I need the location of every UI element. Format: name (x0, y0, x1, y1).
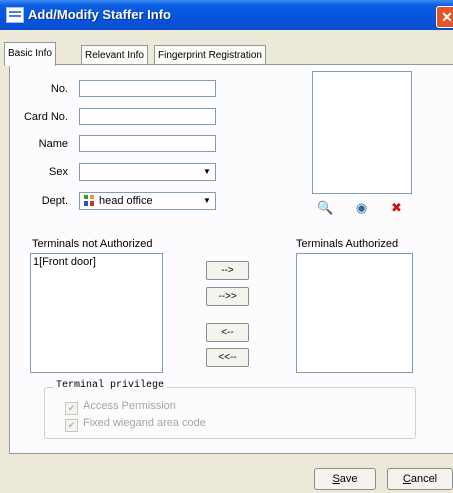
dept-tree-icon (83, 194, 95, 207)
tab-relevant-info[interactable]: Relevant Info (81, 45, 148, 65)
sex-select[interactable]: ▼ (79, 163, 216, 181)
terminals-not-authorized-label: Terminals not Authorized (32, 238, 153, 250)
card-no-label: Card No. (23, 111, 68, 123)
add-all-button[interactable]: -->> (206, 287, 249, 306)
title-bar[interactable]: Add/Modify Staffer Info ✕ (0, 0, 453, 30)
name-field[interactable] (79, 135, 216, 152)
tab-basic-info[interactable]: Basic Info (4, 42, 56, 66)
save-button[interactable]: Save (314, 468, 376, 490)
no-label: No. (50, 83, 68, 95)
delete-icon[interactable]: ✖ (387, 198, 406, 217)
card-no-field[interactable] (79, 108, 216, 125)
window-icon (6, 7, 24, 23)
add-one-button[interactable]: --> (206, 261, 249, 280)
close-icon[interactable]: ✕ (436, 6, 453, 28)
camera-icon[interactable]: ◉ (352, 198, 371, 217)
chevron-down-icon[interactable]: ▼ (200, 165, 214, 179)
cancel-mnemonic: C (402, 473, 411, 485)
fixed-wiegand-checkbox[interactable]: ✔ (65, 419, 78, 432)
cancel-button[interactable]: Cancel (387, 468, 453, 490)
no-field[interactable] (79, 80, 216, 97)
terminals-authorized-label: Terminals Authorized (296, 238, 399, 250)
dept-value: head office (99, 195, 153, 207)
cancel-label-rest: ancel (410, 473, 438, 485)
save-label-rest: ave (339, 473, 358, 485)
sex-label: Sex (49, 166, 68, 178)
access-permission-checkbox[interactable]: ✔ (65, 402, 78, 415)
dept-select[interactable]: head office ▼ (79, 192, 216, 210)
chevron-down-icon[interactable]: ▼ (200, 194, 214, 208)
name-label: Name (38, 138, 68, 150)
terminal-privilege-title: Terminal privilege (53, 380, 168, 391)
terminals-authorized-list[interactable] (296, 253, 413, 373)
list-item[interactable]: 1[Front door] (31, 254, 162, 270)
fixed-wiegand-label: Fixed wiegand area code (83, 417, 206, 429)
access-permission-label: Access Permission (83, 400, 176, 412)
save-mnemonic: S (332, 473, 340, 485)
remove-one-button[interactable]: <-- (206, 323, 249, 342)
photo-box (312, 71, 412, 194)
remove-all-button[interactable]: <<-- (206, 348, 249, 367)
search-icon[interactable]: 🔍 (316, 198, 335, 217)
tab-fingerprint-registration[interactable]: Fingerprint Registration (154, 45, 266, 65)
terminal-privilege-group (44, 387, 416, 439)
dialog-window: Add/Modify Staffer Info ✕ Basic Info Rel… (0, 0, 453, 493)
dept-label: Dept. (41, 195, 68, 207)
terminals-not-authorized-list[interactable]: 1[Front door] (30, 253, 163, 373)
window-title: Add/Modify Staffer Info (28, 7, 171, 22)
